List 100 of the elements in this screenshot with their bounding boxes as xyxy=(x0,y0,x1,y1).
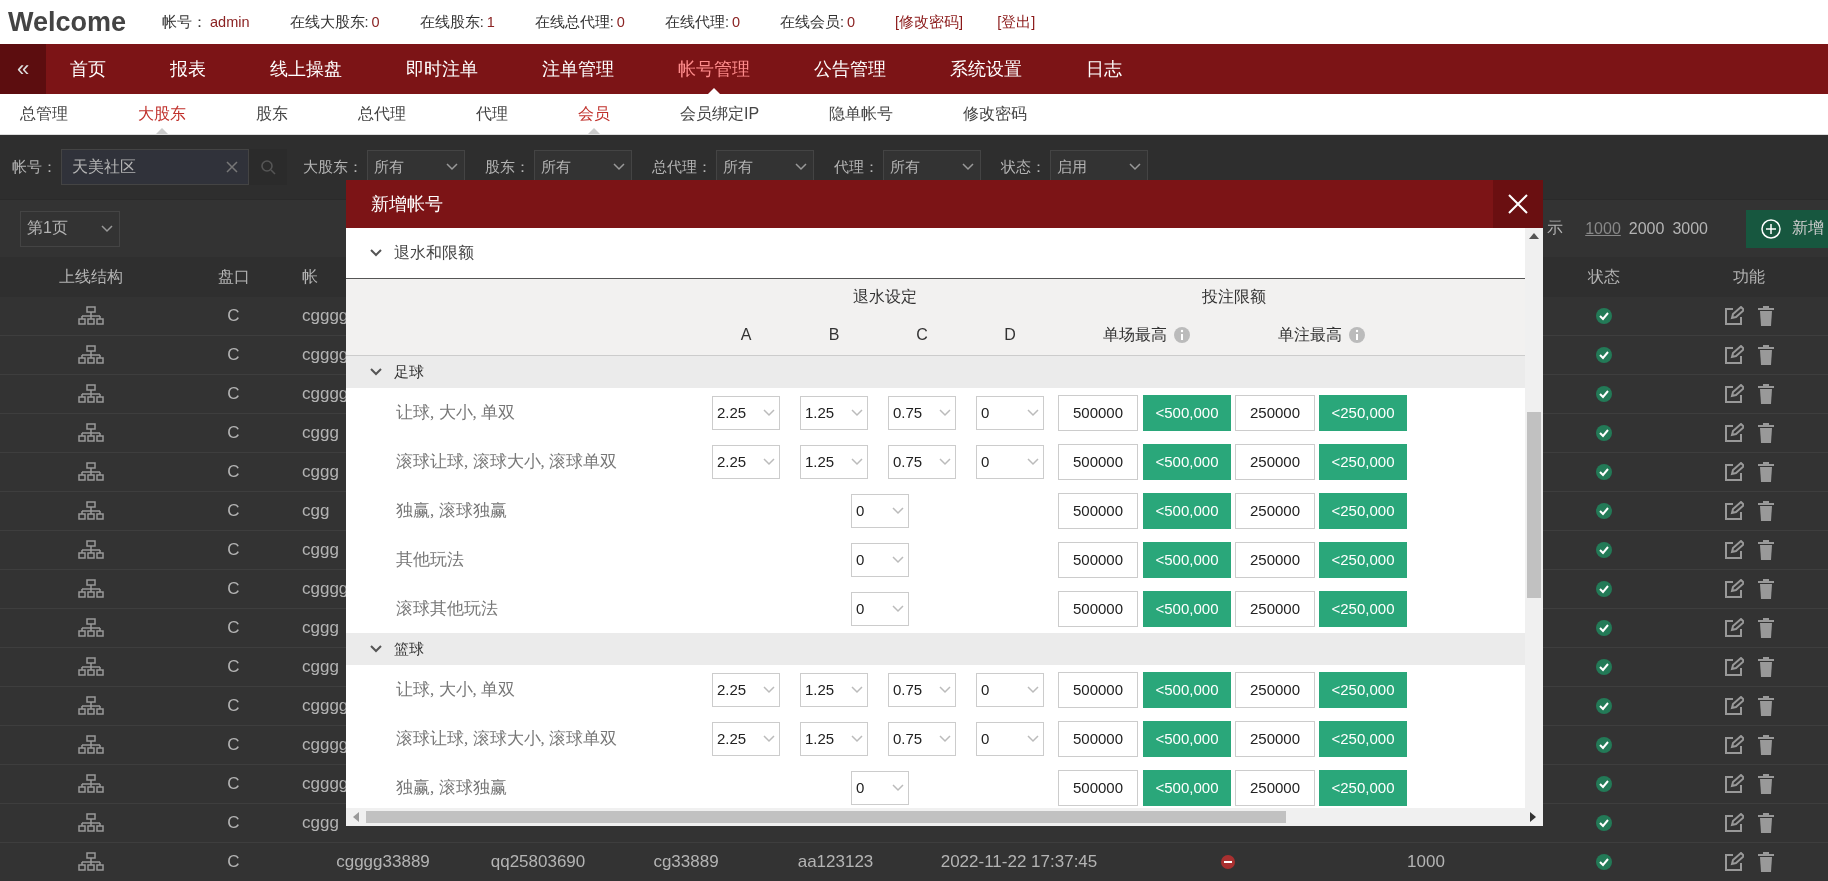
nav-tab[interactable]: 线上操盘 xyxy=(270,44,342,94)
limit-input[interactable]: 500000 xyxy=(1058,541,1138,578)
hierarchy-icon[interactable] xyxy=(77,423,104,443)
nav-tab[interactable]: 首页 xyxy=(70,44,106,94)
delete-icon[interactable] xyxy=(1757,462,1774,482)
nav-tab[interactable]: 即时注单 xyxy=(406,44,478,94)
rebate-select[interactable]: 1.25 xyxy=(800,672,868,707)
hierarchy-icon[interactable] xyxy=(77,345,104,365)
page-size-link[interactable]: 1000 xyxy=(1585,219,1621,238)
delete-icon[interactable] xyxy=(1757,579,1774,599)
delete-icon[interactable] xyxy=(1757,696,1774,716)
limit-input[interactable]: 500000 xyxy=(1058,720,1138,757)
hierarchy-icon[interactable] xyxy=(77,540,104,560)
chevron-icon[interactable] xyxy=(370,366,382,378)
hierarchy-icon[interactable] xyxy=(77,657,104,677)
hierarchy-icon[interactable] xyxy=(77,813,104,833)
limit-input[interactable]: 500000 xyxy=(1058,492,1138,529)
rebate-select[interactable]: 0 xyxy=(976,721,1044,756)
edit-icon[interactable] xyxy=(1723,423,1744,443)
rebate-select[interactable]: 0.75 xyxy=(888,672,956,707)
edit-icon[interactable] xyxy=(1723,306,1744,326)
edit-icon[interactable] xyxy=(1723,735,1744,755)
rebate-select[interactable]: 1.25 xyxy=(800,721,868,756)
edit-icon[interactable] xyxy=(1723,774,1744,794)
rebate-select[interactable]: 0.75 xyxy=(888,444,956,479)
edit-icon[interactable] xyxy=(1723,384,1744,404)
limit-input[interactable]: 500000 xyxy=(1058,671,1138,708)
limit-input[interactable]: 250000 xyxy=(1235,590,1315,627)
edit-icon[interactable] xyxy=(1723,501,1744,521)
rebate-select[interactable]: 2.25 xyxy=(712,444,780,479)
limit-input[interactable]: 250000 xyxy=(1235,769,1315,806)
delete-icon[interactable] xyxy=(1757,774,1774,794)
scroll-up-icon[interactable] xyxy=(1529,232,1539,240)
hierarchy-icon[interactable] xyxy=(77,696,104,716)
rebate-select[interactable]: 1.25 xyxy=(800,395,868,430)
rebate-select[interactable]: 0 xyxy=(976,395,1044,430)
hierarchy-icon[interactable] xyxy=(77,618,104,638)
subnav-tab[interactable]: 会员 xyxy=(578,94,610,134)
limit-input[interactable]: 250000 xyxy=(1235,394,1315,431)
header-link[interactable]: [登出] xyxy=(997,12,1036,32)
delete-icon[interactable] xyxy=(1757,384,1774,404)
limit-input[interactable]: 500000 xyxy=(1058,394,1138,431)
rebate-select[interactable]: 0 xyxy=(976,444,1044,479)
nav-tab[interactable]: 帐号管理 xyxy=(678,44,750,94)
add-button[interactable]: 新增 xyxy=(1746,209,1828,248)
edit-icon[interactable] xyxy=(1723,696,1744,716)
chevron-icon[interactable] xyxy=(370,247,382,259)
edit-icon[interactable] xyxy=(1723,345,1744,365)
scroll-left-icon[interactable] xyxy=(352,812,360,822)
hierarchy-icon[interactable] xyxy=(77,579,104,599)
limit-input[interactable]: 500000 xyxy=(1058,769,1138,806)
subnav-tab[interactable]: 隐单帐号 xyxy=(829,94,894,134)
limit-input[interactable]: 250000 xyxy=(1235,720,1315,757)
rebate-select[interactable]: 1.25 xyxy=(800,444,868,479)
limit-input[interactable]: 250000 xyxy=(1235,541,1315,578)
hierarchy-icon[interactable] xyxy=(77,462,104,482)
nav-tab[interactable]: 系统设置 xyxy=(950,44,1022,94)
delete-icon[interactable] xyxy=(1757,423,1774,443)
rebate-select[interactable]: 0 xyxy=(851,591,909,626)
scroll-right-icon[interactable] xyxy=(1529,812,1537,822)
rebate-select[interactable]: 0.75 xyxy=(888,721,956,756)
rebate-select[interactable]: 0 xyxy=(976,672,1044,707)
limit-input[interactable]: 500000 xyxy=(1058,443,1138,480)
rebate-select[interactable]: 0 xyxy=(851,493,909,528)
hierarchy-icon[interactable] xyxy=(77,306,104,326)
subnav-tab[interactable]: 修改密码 xyxy=(963,94,1028,134)
edit-icon[interactable] xyxy=(1723,579,1744,599)
edit-icon[interactable] xyxy=(1723,852,1744,872)
delete-icon[interactable] xyxy=(1757,852,1774,872)
edit-icon[interactable] xyxy=(1723,657,1744,677)
chevron-icon[interactable] xyxy=(370,643,382,655)
rebate-select[interactable]: 2.25 xyxy=(712,672,780,707)
rebate-select[interactable]: 2.25 xyxy=(712,395,780,430)
close-button[interactable] xyxy=(1493,180,1543,228)
delete-icon[interactable] xyxy=(1757,540,1774,560)
group-title[interactable]: 篮球 xyxy=(394,639,424,659)
vertical-scrollbar[interactable] xyxy=(1525,228,1543,808)
rebate-select[interactable]: 0 xyxy=(851,542,909,577)
limit-input[interactable]: 250000 xyxy=(1235,443,1315,480)
delete-icon[interactable] xyxy=(1757,813,1774,833)
nav-tab[interactable]: 日志 xyxy=(1086,44,1122,94)
edit-icon[interactable] xyxy=(1723,540,1744,560)
page-size-link[interactable]: 3000 xyxy=(1672,219,1708,238)
edit-icon[interactable] xyxy=(1723,618,1744,638)
delete-icon[interactable] xyxy=(1757,657,1774,677)
limit-input[interactable]: 500000 xyxy=(1058,590,1138,627)
subnav-tab[interactable]: 会员绑定IP xyxy=(680,94,760,134)
subnav-tab[interactable]: 代理 xyxy=(476,94,508,134)
limit-input[interactable]: 250000 xyxy=(1235,671,1315,708)
section-title[interactable]: 退水和限额 xyxy=(394,242,474,264)
rebate-select[interactable]: 2.25 xyxy=(712,721,780,756)
subnav-tab[interactable]: 总代理 xyxy=(358,94,406,134)
page-select[interactable]: 第1页 xyxy=(20,210,120,247)
limit-input[interactable]: 250000 xyxy=(1235,492,1315,529)
delete-icon[interactable] xyxy=(1757,345,1774,365)
account-search-field[interactable]: 天美社区 xyxy=(61,149,249,185)
nav-tab[interactable]: 注单管理 xyxy=(542,44,614,94)
hierarchy-icon[interactable] xyxy=(77,774,104,794)
delete-icon[interactable] xyxy=(1757,501,1774,521)
hierarchy-icon[interactable] xyxy=(77,735,104,755)
